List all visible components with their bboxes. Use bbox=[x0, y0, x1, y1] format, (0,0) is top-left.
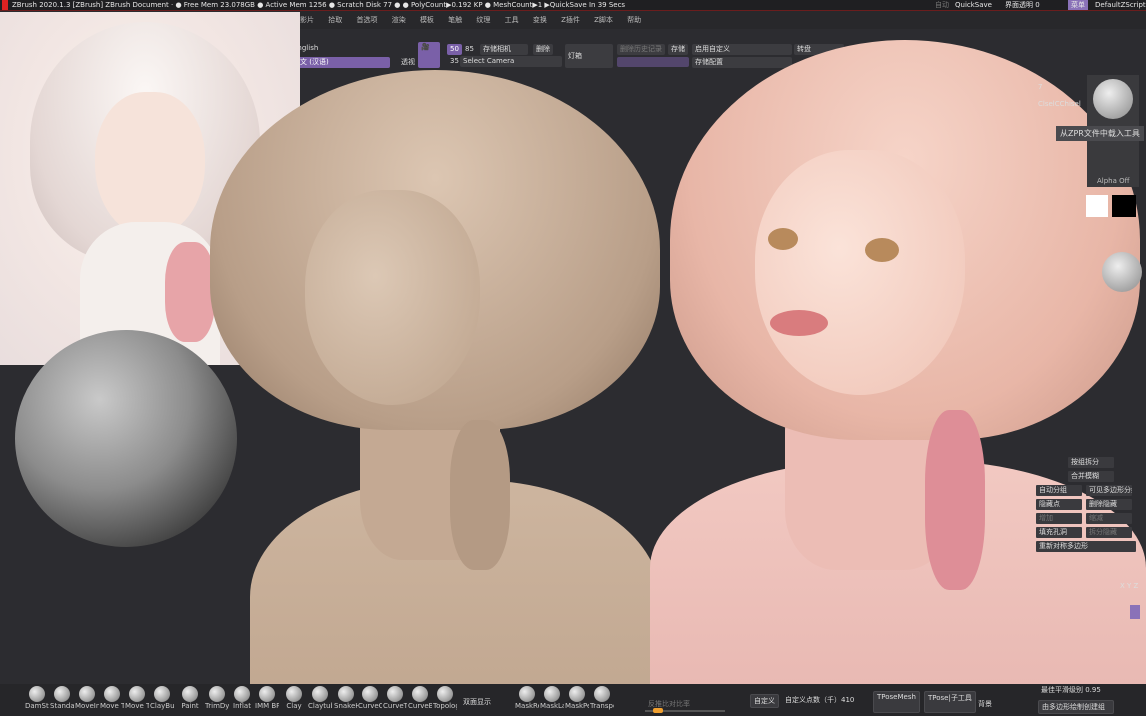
close-holes-button[interactable]: 填充孔洞 bbox=[1036, 527, 1082, 538]
brush-curvebridge[interactable]: CurveBridge bbox=[408, 686, 432, 710]
load-tool-tooltip: 从ZPR文件中载入工具 bbox=[1056, 126, 1144, 141]
merge-button[interactable]: 合并模糊 bbox=[1068, 471, 1114, 482]
sculpt-face bbox=[305, 190, 480, 405]
quicksave-button[interactable]: QuickSave bbox=[955, 0, 992, 10]
brush-curvequadfill[interactable]: CurveQuadFill bbox=[358, 686, 382, 710]
quicksave-hint: 自动 bbox=[935, 1, 949, 9]
brush-transposesmart[interactable]: TransposeSmart bbox=[590, 686, 614, 710]
polygroup-from-polypaint-button[interactable]: 由多边形绘制创建组 bbox=[1038, 700, 1114, 714]
zbrush-logo-icon bbox=[2, 0, 8, 10]
clay-sculpt-render bbox=[210, 60, 660, 690]
painted-lips bbox=[770, 310, 828, 336]
brush-move-topological[interactable]: Move Topological bbox=[100, 686, 124, 710]
menu-stroke[interactable]: 笔触 bbox=[448, 16, 462, 24]
brush-claytubes[interactable]: Claytubes bbox=[308, 686, 332, 710]
smooth-level-slider[interactable]: 最佳平滑级别 0.95 bbox=[1038, 684, 1104, 696]
menu-zscript[interactable]: Z脚本 bbox=[594, 16, 613, 24]
title-text: ZBrush 2020.1.3 [ZBrush] ZBrush Document… bbox=[12, 1, 626, 9]
visible-polygroup-button[interactable]: 可见多边形分组 bbox=[1086, 485, 1132, 496]
brush-names[interactable]: ClselCChisel bbox=[1038, 100, 1081, 108]
menu-texture[interactable]: 纹理 bbox=[476, 16, 490, 24]
grow-button[interactable]: 增加 bbox=[1036, 513, 1082, 524]
brush-moveinfinite[interactable]: MoveInfinite bbox=[75, 686, 99, 710]
painted-eye-right bbox=[865, 238, 899, 262]
resymmetry-button[interactable]: 重新对称多边形 bbox=[1036, 541, 1136, 552]
brush-masklasso[interactable]: MaskLasso bbox=[540, 686, 564, 710]
material-icon[interactable] bbox=[1102, 252, 1142, 292]
brush-maskrect[interactable]: MaskRect bbox=[515, 686, 539, 710]
painted-eye-left bbox=[768, 228, 798, 250]
delete-camera-button[interactable]: 删除 bbox=[533, 44, 553, 55]
ratio-slider[interactable] bbox=[645, 708, 725, 713]
brush-count: 7 bbox=[1038, 83, 1043, 91]
painted-face bbox=[755, 150, 965, 395]
split-groups-button[interactable]: 按组拆分 bbox=[1068, 457, 1114, 468]
brush-maskpen[interactable]: MaskPen bbox=[565, 686, 589, 710]
brush-clay[interactable]: Clay bbox=[282, 686, 306, 710]
xyz-toggle[interactable]: X Y Z bbox=[1120, 582, 1138, 590]
brush-paint[interactable]: Paint bbox=[178, 686, 202, 710]
brush-inflat[interactable]: Inflat bbox=[230, 686, 254, 710]
menu-bar: 影片 拾取 首选项 渲染 模板 笔触 纹理 工具 变换 Z插件 Z脚本 帮助 bbox=[300, 11, 1146, 29]
brush-trimdynamic[interactable]: TrimDynamic bbox=[205, 686, 229, 710]
symmetry-toggle[interactable] bbox=[1130, 605, 1140, 619]
menu-help[interactable]: 帮助 bbox=[627, 16, 641, 24]
auto-groups-button[interactable]: 自动分组 bbox=[1036, 485, 1082, 496]
transparency-slider[interactable]: 界面透明 0 bbox=[1005, 0, 1040, 10]
menu-transform[interactable]: 变换 bbox=[533, 16, 547, 24]
menu-button[interactable]: 菜单 bbox=[1068, 0, 1088, 10]
custom-button[interactable]: 自定义 bbox=[750, 694, 779, 708]
background-label: 背景 bbox=[978, 700, 992, 708]
material-sphere-preview bbox=[15, 330, 237, 547]
menu-render[interactable]: 渲染 bbox=[392, 16, 406, 24]
delete-hidden-button[interactable]: 删除隐藏 bbox=[1086, 499, 1132, 510]
menu-movie[interactable]: 影片 bbox=[300, 16, 314, 24]
double-sided-button[interactable]: 双面显示 bbox=[460, 696, 494, 708]
shrink-button[interactable]: 缩减 bbox=[1086, 513, 1132, 524]
painted-ribbon bbox=[925, 410, 985, 590]
brush-curvetube[interactable]: CurveTube bbox=[383, 686, 407, 710]
brush-imm-bparts[interactable]: IMM BParts bbox=[255, 686, 279, 710]
menu-preferences[interactable]: 首选项 bbox=[356, 16, 377, 24]
reference-face bbox=[95, 92, 205, 237]
hide-points-button[interactable]: 隐藏点 bbox=[1036, 499, 1082, 510]
menu-zplugin[interactable]: Z插件 bbox=[561, 16, 580, 24]
menu-picker[interactable]: 拾取 bbox=[328, 16, 342, 24]
main-color-swatch[interactable] bbox=[1086, 195, 1108, 217]
focal-85-button[interactable]: 85 bbox=[462, 44, 477, 55]
brush-move-tube[interactable]: Move Tube bbox=[125, 686, 149, 710]
tpose-mesh-button[interactable]: TPoseMesh bbox=[873, 691, 920, 713]
focal-50-button[interactable]: 50 bbox=[447, 44, 462, 55]
brush-topology[interactable]: Topology bbox=[433, 686, 457, 710]
default-zscript-button[interactable]: DefaultZScript bbox=[1095, 0, 1146, 10]
split-hidden-button[interactable]: 拆分隐藏 bbox=[1086, 527, 1132, 538]
brush-standard[interactable]: Standard bbox=[50, 686, 74, 710]
sculpt-ribbon bbox=[450, 420, 510, 570]
brush-preview-icon bbox=[1093, 79, 1133, 119]
alpha-off-label: Alpha Off bbox=[1097, 177, 1130, 185]
title-bar: ZBrush 2020.1.3 [ZBrush] ZBrush Document… bbox=[0, 0, 1146, 11]
tpose-subtool-button[interactable]: TPose|子工具 bbox=[924, 691, 976, 713]
menu-stencil[interactable]: 模板 bbox=[420, 16, 434, 24]
secondary-color-swatch[interactable] bbox=[1112, 195, 1136, 217]
brush-claybuildup[interactable]: ClayBuildup bbox=[150, 686, 174, 710]
custom-points-slider[interactable]: 自定义点数（千）410 bbox=[782, 694, 857, 706]
right-tool-panel: 7 ClselCChisel Alpha Off 从ZPR文件中载入工具 按组拆… bbox=[1030, 60, 1146, 680]
brush-shelf: DamStandard Standard MoveInfinite Move T… bbox=[0, 684, 1146, 716]
menu-tool[interactable]: 工具 bbox=[505, 16, 519, 24]
reference-ribbon bbox=[165, 242, 215, 342]
brush-snakehook[interactable]: SnakeHook bbox=[334, 686, 358, 710]
brush-damstandard[interactable]: DamStandard bbox=[25, 686, 49, 710]
save-camera-button[interactable]: 存储相机 bbox=[480, 44, 528, 55]
